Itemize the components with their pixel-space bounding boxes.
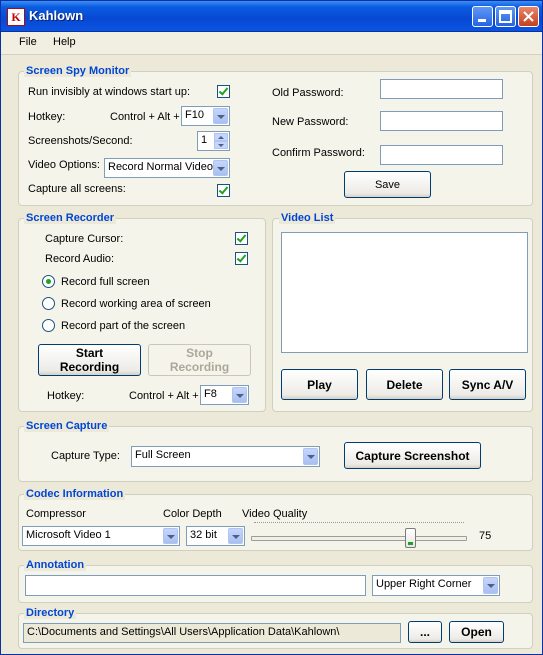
maximize-icon: [499, 10, 512, 23]
screen-capture-title: Screen Capture: [24, 420, 110, 432]
color-depth-value: 32 bit: [190, 529, 217, 541]
video-list-box[interactable]: [281, 232, 528, 353]
app-k-icon: K: [7, 8, 25, 26]
recorder-hotkey-select[interactable]: F8: [200, 385, 249, 405]
old-password-field[interactable]: [380, 79, 503, 99]
title-bar[interactable]: K Kahlown: [1, 1, 542, 32]
capture-type-value: Full Screen: [135, 449, 191, 461]
menu-bar: File Help: [1, 32, 542, 55]
window-title: Kahlown: [29, 8, 84, 23]
spy-hotkey-value: F10: [185, 109, 204, 121]
screen-recorder-group: [18, 218, 266, 412]
record-part-screen-label: Record part of the screen: [61, 320, 186, 332]
screen-spy-monitor-title: Screen Spy Monitor: [24, 65, 132, 77]
minimize-icon: [478, 19, 486, 22]
video-quality-slider-thumb[interactable]: [405, 528, 416, 548]
run-invisibly-checkbox[interactable]: [217, 85, 230, 98]
stop-recording-button[interactable]: Stop Recording: [148, 344, 251, 376]
screenshots-per-second-value: 1: [201, 134, 208, 146]
color-depth-label: Color Depth: [163, 508, 222, 520]
record-full-screen-radio[interactable]: [42, 275, 55, 288]
new-password-label: New Password:: [272, 116, 349, 128]
browse-button[interactable]: ...: [408, 621, 442, 643]
spin-up-icon[interactable]: [214, 133, 228, 141]
annotation-position-select[interactable]: Upper Right Corner: [372, 575, 500, 596]
confirm-password-field[interactable]: [380, 145, 503, 165]
video-list-title: Video List: [279, 212, 336, 224]
record-audio-label: Record Audio:: [45, 253, 115, 265]
spinner-arrows: [214, 133, 228, 149]
save-button[interactable]: Save: [344, 171, 431, 198]
menu-file[interactable]: File: [19, 36, 37, 48]
capture-screenshot-button[interactable]: Capture Screenshot: [344, 442, 481, 469]
open-button[interactable]: Open: [449, 621, 504, 643]
run-invisibly-label: Run invisibly at windows start up:: [28, 86, 191, 98]
capture-type-select[interactable]: Full Screen: [131, 446, 320, 467]
video-quality-track[interactable]: [251, 536, 467, 541]
video-options-select[interactable]: Record Normal Video: [104, 158, 230, 178]
annotation-title: Annotation: [24, 559, 87, 571]
capture-cursor-checkbox[interactable]: [235, 232, 248, 245]
chevron-down-icon[interactable]: [228, 528, 243, 544]
new-password-field[interactable]: [380, 111, 503, 131]
capture-all-screens-checkbox[interactable]: [217, 184, 230, 197]
recorder-hotkey-prefix: Control + Alt +: [129, 390, 199, 402]
maximize-button[interactable]: [495, 6, 516, 27]
recorder-hotkey-label: Hotkey:: [47, 390, 85, 402]
record-audio-checkbox[interactable]: [235, 252, 248, 265]
video-options-label: Video Options:: [28, 159, 100, 171]
app-window: K Kahlown File Help Screen Spy Monitor R…: [0, 0, 543, 655]
video-quality-value: 75: [479, 530, 492, 542]
spin-down-icon[interactable]: [214, 141, 228, 149]
record-full-screen-label: Record full screen: [61, 276, 150, 288]
chevron-down-icon[interactable]: [232, 387, 247, 403]
sync-av-button[interactable]: Sync A/V: [449, 369, 526, 400]
codec-information-title: Codec Information: [24, 488, 126, 500]
start-recording-button[interactable]: Start Recording: [38, 344, 141, 376]
close-button[interactable]: [518, 6, 539, 27]
screen-recorder-title: Screen Recorder: [24, 212, 117, 224]
close-icon: [523, 11, 534, 22]
video-quality-label: Video Quality: [242, 508, 308, 520]
directory-path-field[interactable]: C:\Documents and Settings\All Users\Appl…: [23, 623, 401, 643]
capture-type-label: Capture Type:: [51, 450, 120, 462]
screenshots-per-second-spinner[interactable]: 1: [197, 131, 230, 151]
annotation-text-field[interactable]: [25, 575, 366, 596]
spy-hotkey-select[interactable]: F10: [181, 106, 230, 126]
old-password-label: Old Password:: [272, 87, 344, 99]
chevron-down-icon[interactable]: [483, 577, 498, 594]
annotation-position-value: Upper Right Corner: [376, 578, 472, 590]
chevron-down-icon[interactable]: [213, 108, 228, 124]
menu-help[interactable]: Help: [53, 36, 76, 48]
play-button[interactable]: Play: [281, 369, 358, 400]
compressor-value: Microsoft Video 1: [26, 529, 111, 541]
record-part-screen-radio[interactable]: [42, 319, 55, 332]
capture-all-screens-label: Capture all screens:: [28, 183, 126, 195]
video-options-value: Record Normal Video: [108, 161, 213, 173]
delete-button[interactable]: Delete: [366, 369, 443, 400]
color-depth-select[interactable]: 32 bit: [186, 526, 245, 546]
recorder-hotkey-value: F8: [204, 388, 217, 400]
video-quality-ticks: [254, 522, 464, 527]
record-working-area-label: Record working area of screen: [61, 298, 211, 310]
directory-title: Directory: [24, 607, 77, 619]
confirm-password-label: Confirm Password:: [272, 147, 365, 159]
screenshots-per-second-label: Screenshots/Second:: [28, 135, 133, 147]
spy-hotkey-label: Hotkey:: [28, 111, 66, 123]
chevron-down-icon[interactable]: [213, 160, 228, 176]
record-working-area-radio[interactable]: [42, 297, 55, 310]
spy-hotkey-prefix: Control + Alt +: [110, 111, 180, 123]
compressor-label: Compressor: [26, 508, 86, 520]
compressor-select[interactable]: Microsoft Video 1: [22, 526, 180, 546]
capture-cursor-label: Capture Cursor:: [45, 233, 124, 245]
chevron-down-icon[interactable]: [163, 528, 178, 544]
chevron-down-icon[interactable]: [303, 448, 318, 465]
minimize-button[interactable]: [472, 6, 493, 27]
